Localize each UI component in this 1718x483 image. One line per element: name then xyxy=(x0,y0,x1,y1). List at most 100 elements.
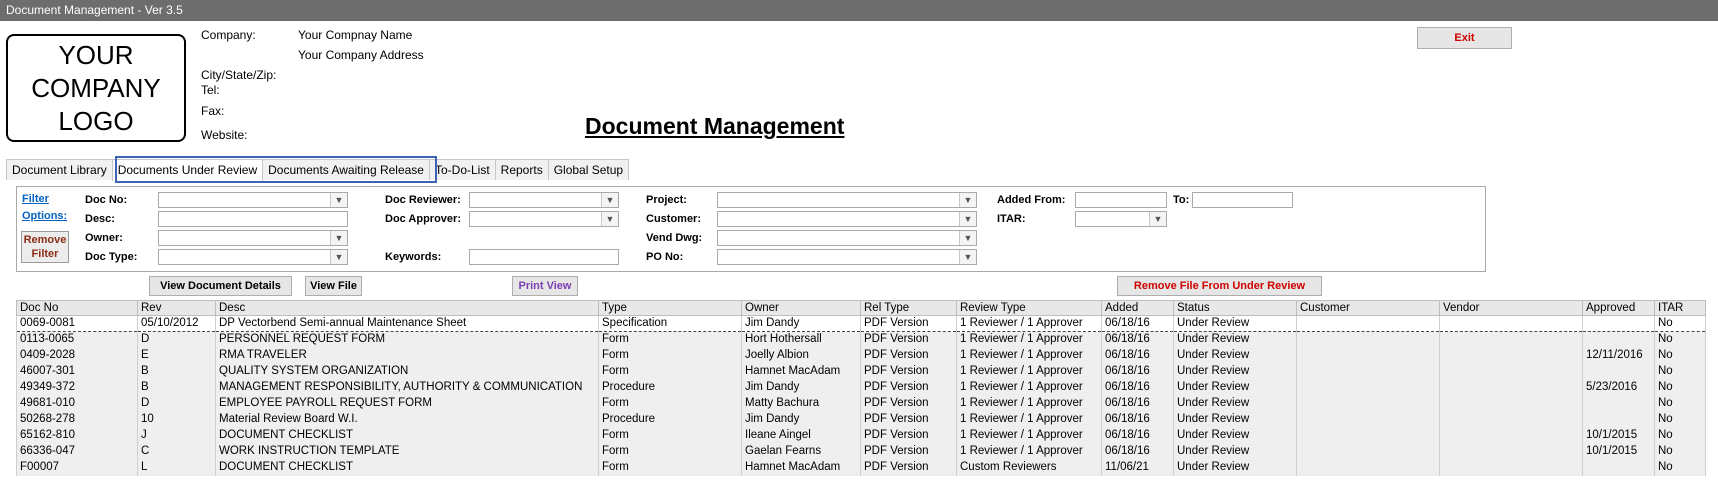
table-row[interactable]: 65162-810 J DOCUMENT CHECKLIST Form Ileane A… xyxy=(16,427,1706,444)
table-cell[interactable] xyxy=(1296,331,1440,348)
table-row[interactable]: F00007 L DOCUMENT CHECKLIST Form Hamnet MacA… xyxy=(16,459,1706,476)
table-cell[interactable]: Under Review xyxy=(1173,363,1297,380)
table-cell[interactable] xyxy=(1296,411,1440,428)
table-cell[interactable]: PDF Version xyxy=(860,379,957,396)
table-cell[interactable]: PDF Version xyxy=(860,411,957,428)
owner-select[interactable]: ▼ xyxy=(158,230,348,246)
table-row[interactable]: 0069-0081 05/10/2012 DP Vectorbend Semi-an… xyxy=(16,315,1706,332)
table-cell[interactable]: D xyxy=(137,395,216,412)
table-cell[interactable]: Under Review xyxy=(1173,395,1297,412)
table-cell[interactable]: 49681-010 xyxy=(16,395,138,412)
table-cell[interactable]: PDF Version xyxy=(860,347,957,364)
table-cell[interactable] xyxy=(1296,459,1440,476)
table-cell[interactable]: 1 Reviewer / 1 Approver xyxy=(956,379,1102,396)
table-cell[interactable]: J xyxy=(137,427,216,444)
table-cell[interactable]: DP Vectorbend Semi-annual Maintenance Sh… xyxy=(215,315,599,332)
tab-documents-under-review[interactable]: Documents Under Review xyxy=(111,159,264,181)
table-cell[interactable]: Matty Bachura xyxy=(741,395,861,412)
table-cell[interactable] xyxy=(1439,347,1583,364)
column-header[interactable]: Doc No xyxy=(16,300,138,316)
tab-reports[interactable]: Reports xyxy=(494,159,549,180)
table-cell[interactable]: RMA TRAVELER xyxy=(215,347,599,364)
table-cell[interactable]: 0069-0081 xyxy=(16,315,138,332)
doc-approver-select[interactable]: ▼ xyxy=(469,211,619,227)
table-cell[interactable]: Form xyxy=(598,443,742,460)
table-cell[interactable]: No xyxy=(1654,443,1706,460)
table-cell[interactable]: 10/1/2015 xyxy=(1582,427,1655,444)
doc-no-select[interactable]: ▼ xyxy=(158,192,348,208)
table-cell[interactable]: 06/18/16 xyxy=(1101,379,1174,396)
table-cell[interactable]: 1 Reviewer / 1 Approver xyxy=(956,427,1102,444)
column-header[interactable]: Added xyxy=(1101,300,1174,316)
table-cell[interactable]: Procedure xyxy=(598,379,742,396)
table-cell[interactable]: F00007 xyxy=(16,459,138,476)
table-cell[interactable] xyxy=(1439,331,1583,348)
table-cell[interactable]: 05/10/2012 xyxy=(137,315,216,332)
table-cell[interactable]: 50268-278 xyxy=(16,411,138,428)
table-cell[interactable]: Form xyxy=(598,363,742,380)
table-cell[interactable]: Under Review xyxy=(1173,315,1297,332)
tab-global-setup[interactable]: Global Setup xyxy=(547,159,630,180)
table-cell[interactable]: 06/18/16 xyxy=(1101,427,1174,444)
table-cell[interactable] xyxy=(1582,315,1655,332)
table-cell[interactable]: PDF Version xyxy=(860,427,957,444)
table-cell[interactable]: 06/18/16 xyxy=(1101,331,1174,348)
table-cell[interactable]: No xyxy=(1654,363,1706,380)
chevron-down-icon[interactable]: ▼ xyxy=(959,231,976,245)
column-header[interactable]: Customer xyxy=(1296,300,1440,316)
table-cell[interactable] xyxy=(1439,315,1583,332)
itar-select[interactable]: ▼ xyxy=(1075,211,1167,227)
table-cell[interactable]: 1 Reviewer / 1 Approver xyxy=(956,347,1102,364)
table-row[interactable]: 49681-010 D EMPLOYEE PAYROLL REQUEST FORM F… xyxy=(16,395,1706,412)
table-cell[interactable]: Specification xyxy=(598,315,742,332)
table-cell[interactable]: 1 Reviewer / 1 Approver xyxy=(956,331,1102,348)
table-cell[interactable]: Custom Reviewers xyxy=(956,459,1102,476)
column-header[interactable]: Type xyxy=(598,300,742,316)
column-header[interactable]: Approved xyxy=(1582,300,1655,316)
print-view-button[interactable]: Print View xyxy=(512,276,578,296)
table-cell[interactable] xyxy=(1296,379,1440,396)
table-cell[interactable]: PERSONNEL REQUEST FORM xyxy=(215,331,599,348)
table-cell[interactable]: No xyxy=(1654,379,1706,396)
table-cell[interactable]: 11/06/21 xyxy=(1101,459,1174,476)
table-cell[interactable]: 06/18/16 xyxy=(1101,395,1174,412)
table-cell[interactable]: Form xyxy=(598,459,742,476)
table-row[interactable]: 49349-372 B MANAGEMENT RESPONSIBILITY, AUT… xyxy=(16,379,1706,396)
tab-document-library[interactable]: Document Library xyxy=(6,159,113,180)
table-cell[interactable] xyxy=(1439,363,1583,380)
table-cell[interactable]: E xyxy=(137,347,216,364)
table-cell[interactable]: Under Review xyxy=(1173,443,1297,460)
table-cell[interactable]: 1 Reviewer / 1 Approver xyxy=(956,443,1102,460)
table-cell[interactable]: No xyxy=(1654,395,1706,412)
table-cell[interactable]: Under Review xyxy=(1173,459,1297,476)
table-cell[interactable]: Procedure xyxy=(598,411,742,428)
vend-dwg-select[interactable]: ▼ xyxy=(717,230,977,246)
remove-filter-button[interactable]: Remove Filter xyxy=(21,231,69,263)
table-cell[interactable]: PDF Version xyxy=(860,331,957,348)
chevron-down-icon[interactable]: ▼ xyxy=(959,250,976,264)
view-document-details-button[interactable]: View Document Details xyxy=(149,276,292,296)
table-cell[interactable]: 06/18/16 xyxy=(1101,363,1174,380)
table-cell[interactable]: 49349-372 xyxy=(16,379,138,396)
table-cell[interactable]: C xyxy=(137,443,216,460)
added-to-input[interactable] xyxy=(1192,192,1293,208)
tab-to-do-list[interactable]: To-Do-List xyxy=(428,159,496,180)
table-cell[interactable]: 1 Reviewer / 1 Approver xyxy=(956,315,1102,332)
table-cell[interactable]: 06/18/16 xyxy=(1101,443,1174,460)
table-cell[interactable]: B xyxy=(137,379,216,396)
table-cell[interactable]: Jim Dandy xyxy=(741,411,861,428)
doc-reviewer-select[interactable]: ▼ xyxy=(469,192,619,208)
table-cell[interactable] xyxy=(1582,363,1655,380)
table-cell[interactable]: No xyxy=(1654,411,1706,428)
po-no-select[interactable]: ▼ xyxy=(717,249,977,265)
table-cell[interactable]: 65162-810 xyxy=(16,427,138,444)
table-cell[interactable] xyxy=(1296,395,1440,412)
table-cell[interactable]: PDF Version xyxy=(860,395,957,412)
table-cell[interactable]: Hamnet MacAdam xyxy=(741,459,861,476)
tab-documents-awaiting-release[interactable]: Documents Awaiting Release xyxy=(262,159,430,180)
keywords-input[interactable] xyxy=(469,249,619,265)
table-cell[interactable] xyxy=(1296,363,1440,380)
table-cell[interactable] xyxy=(1296,315,1440,332)
column-header[interactable]: Review Type xyxy=(956,300,1102,316)
table-cell[interactable]: 0113-0065 xyxy=(16,331,138,348)
